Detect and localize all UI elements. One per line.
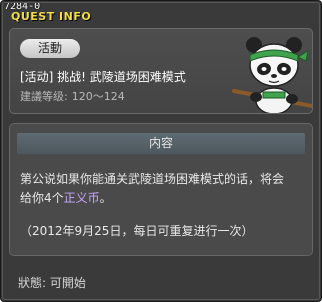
quest-note: （2012年9月25日，每日可重复进行一次） xyxy=(20,224,254,238)
content-heading: 内容 xyxy=(17,133,305,154)
level-label: 建議等级: xyxy=(20,90,68,103)
panda-npc-icon xyxy=(232,37,312,113)
quest-header-panel: 活動 [活动] 挑战! 武陵道场困难模式 建議等级: 120～124 xyxy=(9,28,313,114)
level-range: 120～124 xyxy=(71,90,125,103)
status-label: 狀態: xyxy=(18,276,47,290)
category-badge: 活動 xyxy=(20,39,80,58)
reward-item-link[interactable]: 正义币 xyxy=(64,191,100,205)
description-line-2: 给你4个正义币。 xyxy=(20,189,308,208)
quest-content-panel: 内容 第公说如果你能通关武陵道场困难模式的话，将会 给你4个正义币。 （2012… xyxy=(9,123,313,256)
quest-description: 第公说如果你能通关武陵道场困难模式的话，将会 给你4个正义币。 xyxy=(20,170,308,208)
status-value: 可開始 xyxy=(49,276,86,290)
description-prefix: 给你4个 xyxy=(20,191,64,205)
quest-status: 狀態: 可開始 xyxy=(18,275,86,291)
recommended-level: 建議等级: 120～124 xyxy=(20,90,125,104)
description-line-1: 第公说如果你能通关武陵道场困难模式的话，将会 xyxy=(20,172,285,186)
quest-info-window: 7284-0 QUEST INFO 活動 [活动] 挑战! 武陵道场困难模式 建… xyxy=(0,0,322,302)
quest-name: [活动] 挑战! 武陵道场困难模式 xyxy=(20,70,186,84)
description-suffix: 。 xyxy=(99,191,112,205)
window-title: QUEST INFO xyxy=(11,10,92,23)
